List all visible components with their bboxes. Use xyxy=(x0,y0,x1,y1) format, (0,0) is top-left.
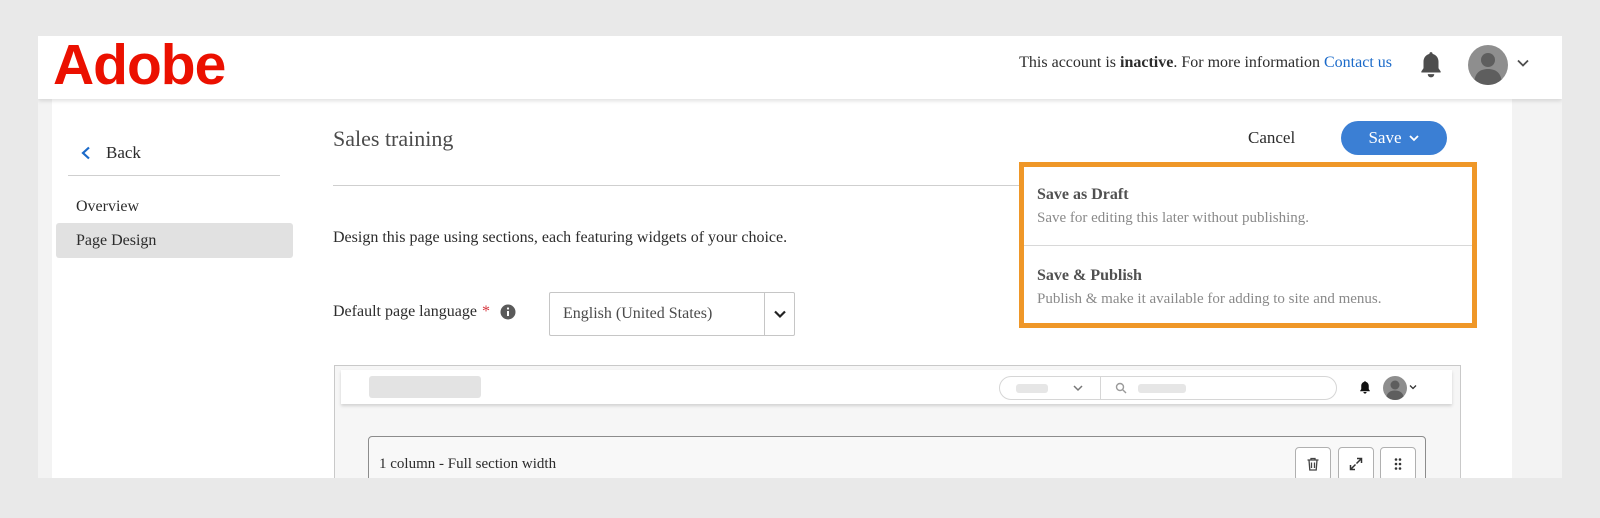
menu-item-title: Save & Publish xyxy=(1037,267,1142,284)
save-button-label: Save xyxy=(1368,128,1402,147)
chevron-left-icon xyxy=(81,146,90,160)
language-label-text: Default page language xyxy=(333,303,477,320)
preview-logo-placeholder xyxy=(369,376,481,398)
account-status-message: This account is inactive. For more infor… xyxy=(1019,54,1392,72)
adobe-logo[interactable]: Adobe xyxy=(53,36,226,95)
user-silhouette-icon xyxy=(1386,380,1404,400)
expand-section-button[interactable] xyxy=(1338,447,1374,478)
page-title: Sales training xyxy=(333,126,454,151)
language-select-value: English (United States) xyxy=(563,305,713,322)
back-label: Back xyxy=(106,143,141,162)
save-button[interactable]: Save xyxy=(1341,121,1447,155)
user-silhouette-icon xyxy=(1474,53,1502,85)
account-status: inactive xyxy=(1120,54,1174,71)
contact-us-link[interactable]: Contact us xyxy=(1324,54,1392,71)
preview-search-bar xyxy=(999,376,1337,400)
preview-avatar xyxy=(1383,376,1407,400)
chevron-down-icon xyxy=(773,310,786,319)
language-label: Default page language * xyxy=(333,303,516,321)
cancel-button[interactable]: Cancel xyxy=(1248,128,1295,148)
drag-section-handle[interactable] xyxy=(1380,447,1416,478)
language-select[interactable]: English (United States) xyxy=(549,292,795,336)
account-prefix: This account is xyxy=(1019,54,1121,71)
right-gutter xyxy=(1514,99,1562,478)
info-icon[interactable] xyxy=(500,304,516,320)
trash-icon xyxy=(1307,457,1319,471)
search-icon xyxy=(1115,382,1127,394)
chevron-down-icon[interactable] xyxy=(1516,56,1530,70)
delete-section-button[interactable] xyxy=(1295,447,1331,478)
sidebar-item-overview[interactable]: Overview xyxy=(56,189,293,224)
section-card[interactable]: 1 column - Full section width xyxy=(368,436,1426,478)
page-preview: 1 column - Full section width xyxy=(334,365,1461,478)
bell-icon xyxy=(1360,381,1370,394)
chevron-down-icon xyxy=(1073,385,1083,392)
design-intro-text: Design this page using sections, each fe… xyxy=(333,229,788,246)
menu-item-description: Publish & make it available for adding t… xyxy=(1037,291,1382,307)
section-label: 1 column - Full section width xyxy=(379,456,557,472)
drag-handle-icon xyxy=(1394,458,1402,470)
chevron-down-icon xyxy=(1409,385,1417,390)
avatar[interactable] xyxy=(1468,45,1508,85)
preview-search-placeholder xyxy=(1138,384,1186,393)
sidebar-item-page-design[interactable]: Page Design xyxy=(56,223,293,258)
back-button[interactable]: Back xyxy=(80,143,141,163)
preview-search-separator xyxy=(1100,377,1101,399)
top-header: Adobe This account is inactive. For more… xyxy=(38,36,1562,99)
menu-item-description: Save for editing this later without publ… xyxy=(1037,210,1310,226)
sidebar-divider xyxy=(68,175,280,176)
menu-item-title: Save as Draft xyxy=(1037,186,1129,203)
preview-language-placeholder xyxy=(1016,384,1048,393)
required-marker: * xyxy=(481,303,490,320)
language-select-toggle[interactable] xyxy=(764,293,794,335)
save-and-publish-option[interactable]: Save & Publish Publish & make it availab… xyxy=(1024,246,1472,323)
preview-header xyxy=(341,370,1452,404)
expand-icon xyxy=(1349,457,1363,471)
bell-icon[interactable] xyxy=(1418,50,1444,80)
chevron-down-icon xyxy=(1408,135,1419,142)
sidebar: Back Overview Page Design xyxy=(52,99,300,478)
save-options-menu: Save as Draft Save for editing this late… xyxy=(1019,162,1477,328)
account-suffix: . For more information xyxy=(1173,54,1324,71)
save-as-draft-option[interactable]: Save as Draft Save for editing this late… xyxy=(1024,167,1472,246)
